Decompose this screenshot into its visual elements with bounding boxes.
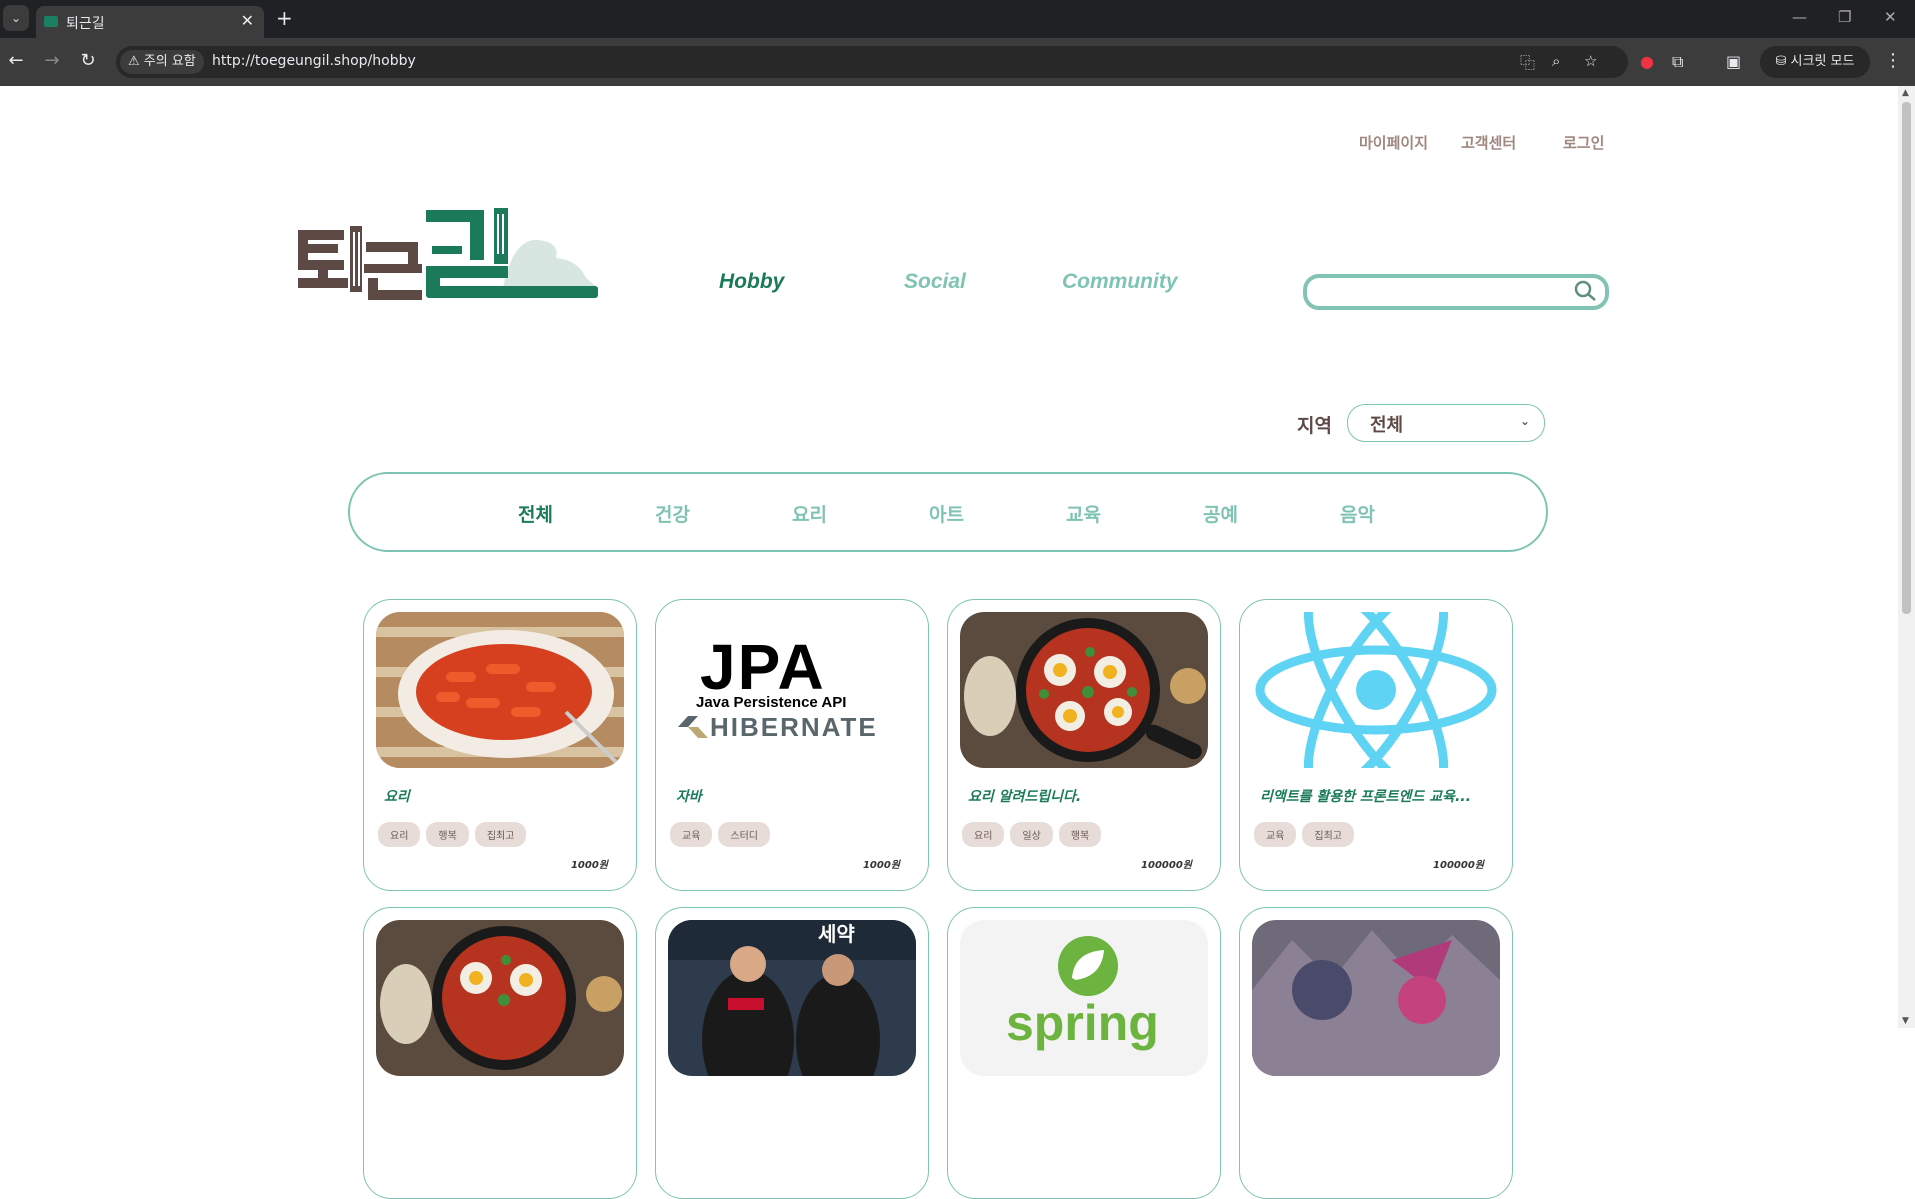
extension-icon[interactable]: ⧉	[1672, 52, 1683, 72]
mypage-link[interactable]: 마이페이지	[1359, 132, 1428, 153]
card-title: 요리	[384, 789, 410, 805]
category-craft[interactable]: 공예	[1203, 500, 1238, 527]
window-close-icon[interactable]: ✕	[1884, 8, 1897, 26]
nav-social[interactable]: Social	[904, 270, 966, 294]
menu-icon[interactable]: ⋮	[1884, 50, 1902, 71]
incognito-chip[interactable]: ⛁ 시크릿 모드	[1760, 46, 1870, 78]
ublock-icon[interactable]: ●	[1640, 52, 1654, 71]
region-label: 지역	[1297, 415, 1332, 437]
region-value: 전체	[1370, 415, 1404, 436]
chevron-down-icon: ⌄	[1519, 414, 1530, 428]
search-input[interactable]	[1303, 274, 1609, 310]
tag[interactable]: 행복	[1058, 822, 1102, 847]
tab-close-icon[interactable]: ✕	[241, 11, 254, 30]
card-image-shakshuka	[960, 612, 1208, 768]
site-logo[interactable]	[298, 208, 600, 304]
tag[interactable]: 교육	[670, 822, 713, 847]
hibernate-logo-text: HIBERNATE	[710, 712, 878, 742]
card-title: 자바	[676, 789, 702, 805]
back-arrow-icon[interactable]: ←	[4, 50, 28, 71]
category-music[interactable]: 음악	[1340, 500, 1375, 527]
minimize-icon[interactable]: —	[1792, 8, 1807, 26]
tag[interactable]: 요리	[962, 822, 1005, 847]
forward-arrow-icon[interactable]: →	[40, 50, 64, 71]
security-chip[interactable]: ⚠ 주의 요함	[120, 50, 204, 74]
nav-hobby[interactable]: Hobby	[719, 270, 784, 294]
category-education[interactable]: 교육	[1066, 500, 1101, 527]
card-image-fantasy-art	[1252, 920, 1500, 1076]
login-link[interactable]: 로그인	[1563, 132, 1604, 153]
react-icon	[1255, 612, 1497, 768]
tag[interactable]: 요리	[378, 822, 421, 847]
restore-icon[interactable]: ❐	[1838, 8, 1851, 26]
hobby-card[interactable]: spring	[947, 907, 1221, 1199]
tab-search-button[interactable]: ⌄	[3, 5, 29, 31]
scroll-up-icon[interactable]: ▲	[1902, 88, 1909, 98]
card-title: 요리 알려드립니다.	[968, 789, 1082, 805]
scroll-down-icon[interactable]: ▼	[1902, 1016, 1909, 1026]
category-cooking[interactable]: 요리	[792, 500, 827, 527]
stadium-sign-text: 세약	[818, 922, 855, 946]
jpa-logo-text: JPA	[700, 631, 826, 703]
tab-title: 퇴근길	[66, 16, 105, 32]
tag[interactable]: 일상	[1010, 822, 1053, 847]
logo-graphic	[298, 208, 598, 300]
spring-logo-text: spring	[1006, 995, 1159, 1051]
browser-tab[interactable]: 퇴근길 ✕	[36, 6, 264, 38]
nav-community[interactable]: Community	[1062, 270, 1178, 294]
sidebar-icon[interactable]: ▣	[1726, 52, 1741, 71]
card-image-tteokbokki	[376, 612, 624, 768]
tag[interactable]: 교육	[1254, 822, 1297, 847]
scroll-thumb[interactable]	[1902, 102, 1911, 614]
support-link[interactable]: 고객센터	[1461, 132, 1516, 153]
hobby-card[interactable]: 요리 요리 행복 집최고 1000원	[363, 599, 637, 891]
card-title: 리액트를 활용한 프론트엔드 교육...	[1260, 789, 1471, 805]
category-art[interactable]: 아트	[929, 500, 964, 527]
reload-icon[interactable]: ↻	[76, 50, 100, 71]
card-price: 1000원	[570, 860, 608, 871]
hobby-card[interactable]: 요리 알려드립니다. 요리 일상 행복 100000원	[947, 599, 1221, 891]
hobby-card[interactable]: 세약	[655, 907, 929, 1199]
tag[interactable]: 스터디	[718, 822, 771, 847]
favicon-icon	[44, 16, 58, 27]
card-price: 100000원	[1433, 860, 1484, 871]
hobby-card[interactable]	[1239, 907, 1513, 1199]
translate-icon[interactable]: ⿻	[1520, 52, 1535, 73]
url-text[interactable]: http://toegeungil.shop/hobby	[212, 53, 416, 69]
hibernate-icon	[678, 716, 708, 738]
hobby-card[interactable]: JPA Java Persistence API HIBERNATE 자바 교육…	[655, 599, 929, 891]
card-image-spring-logo: spring	[960, 920, 1208, 1076]
tag[interactable]: 집최고	[474, 822, 527, 847]
card-image-shakshuka	[376, 920, 624, 1076]
incognito-icon: ⛁	[1775, 54, 1791, 69]
incognito-label: 시크릿 모드	[1790, 54, 1855, 69]
card-image-react-logo	[1252, 612, 1500, 768]
hobby-card[interactable]: 리액트를 활용한 프론트엔드 교육... 교육 집최고 100000원	[1239, 599, 1513, 891]
star-icon[interactable]: ☆	[1584, 52, 1597, 70]
jpa-subtitle: Java Persistence API	[696, 694, 847, 711]
search-icon[interactable]	[1573, 280, 1597, 302]
category-all[interactable]: 전체	[518, 500, 553, 527]
spring-leaf-icon	[1058, 936, 1118, 996]
card-price: 100000원	[1141, 860, 1192, 871]
new-tab-icon[interactable]: +	[276, 6, 293, 30]
page-scrollbar[interactable]: ▲ ▼	[1898, 86, 1915, 1028]
tag[interactable]: 행복	[426, 822, 469, 847]
address-bar[interactable]: ⚠ 주의 요함 http://toegeungil.shop/hobby ⿻ ⌕…	[116, 46, 1628, 78]
browser-toolbar: ← → ↻ ⚠ 주의 요함 http://toegeungil.shop/hob…	[0, 38, 1915, 86]
category-bar: 전체 건강 요리 아트 교육 공예 음악	[348, 472, 1548, 552]
category-health[interactable]: 건강	[655, 500, 690, 527]
card-image-baseball: 세약	[668, 920, 916, 1076]
region-select[interactable]: 전체 ⌄	[1347, 404, 1545, 442]
card-price: 1000원	[862, 860, 900, 871]
tag[interactable]: 집최고	[1302, 822, 1355, 847]
hobby-card[interactable]	[363, 907, 637, 1199]
zoom-icon[interactable]: ⌕	[1552, 52, 1560, 70]
security-label: 주의 요함	[143, 54, 196, 69]
card-image-jpa-hibernate: JPA Java Persistence API HIBERNATE	[668, 612, 916, 768]
browser-tab-bar: ⌄ 퇴근길 ✕ + — ❐ ✕	[0, 0, 1915, 38]
